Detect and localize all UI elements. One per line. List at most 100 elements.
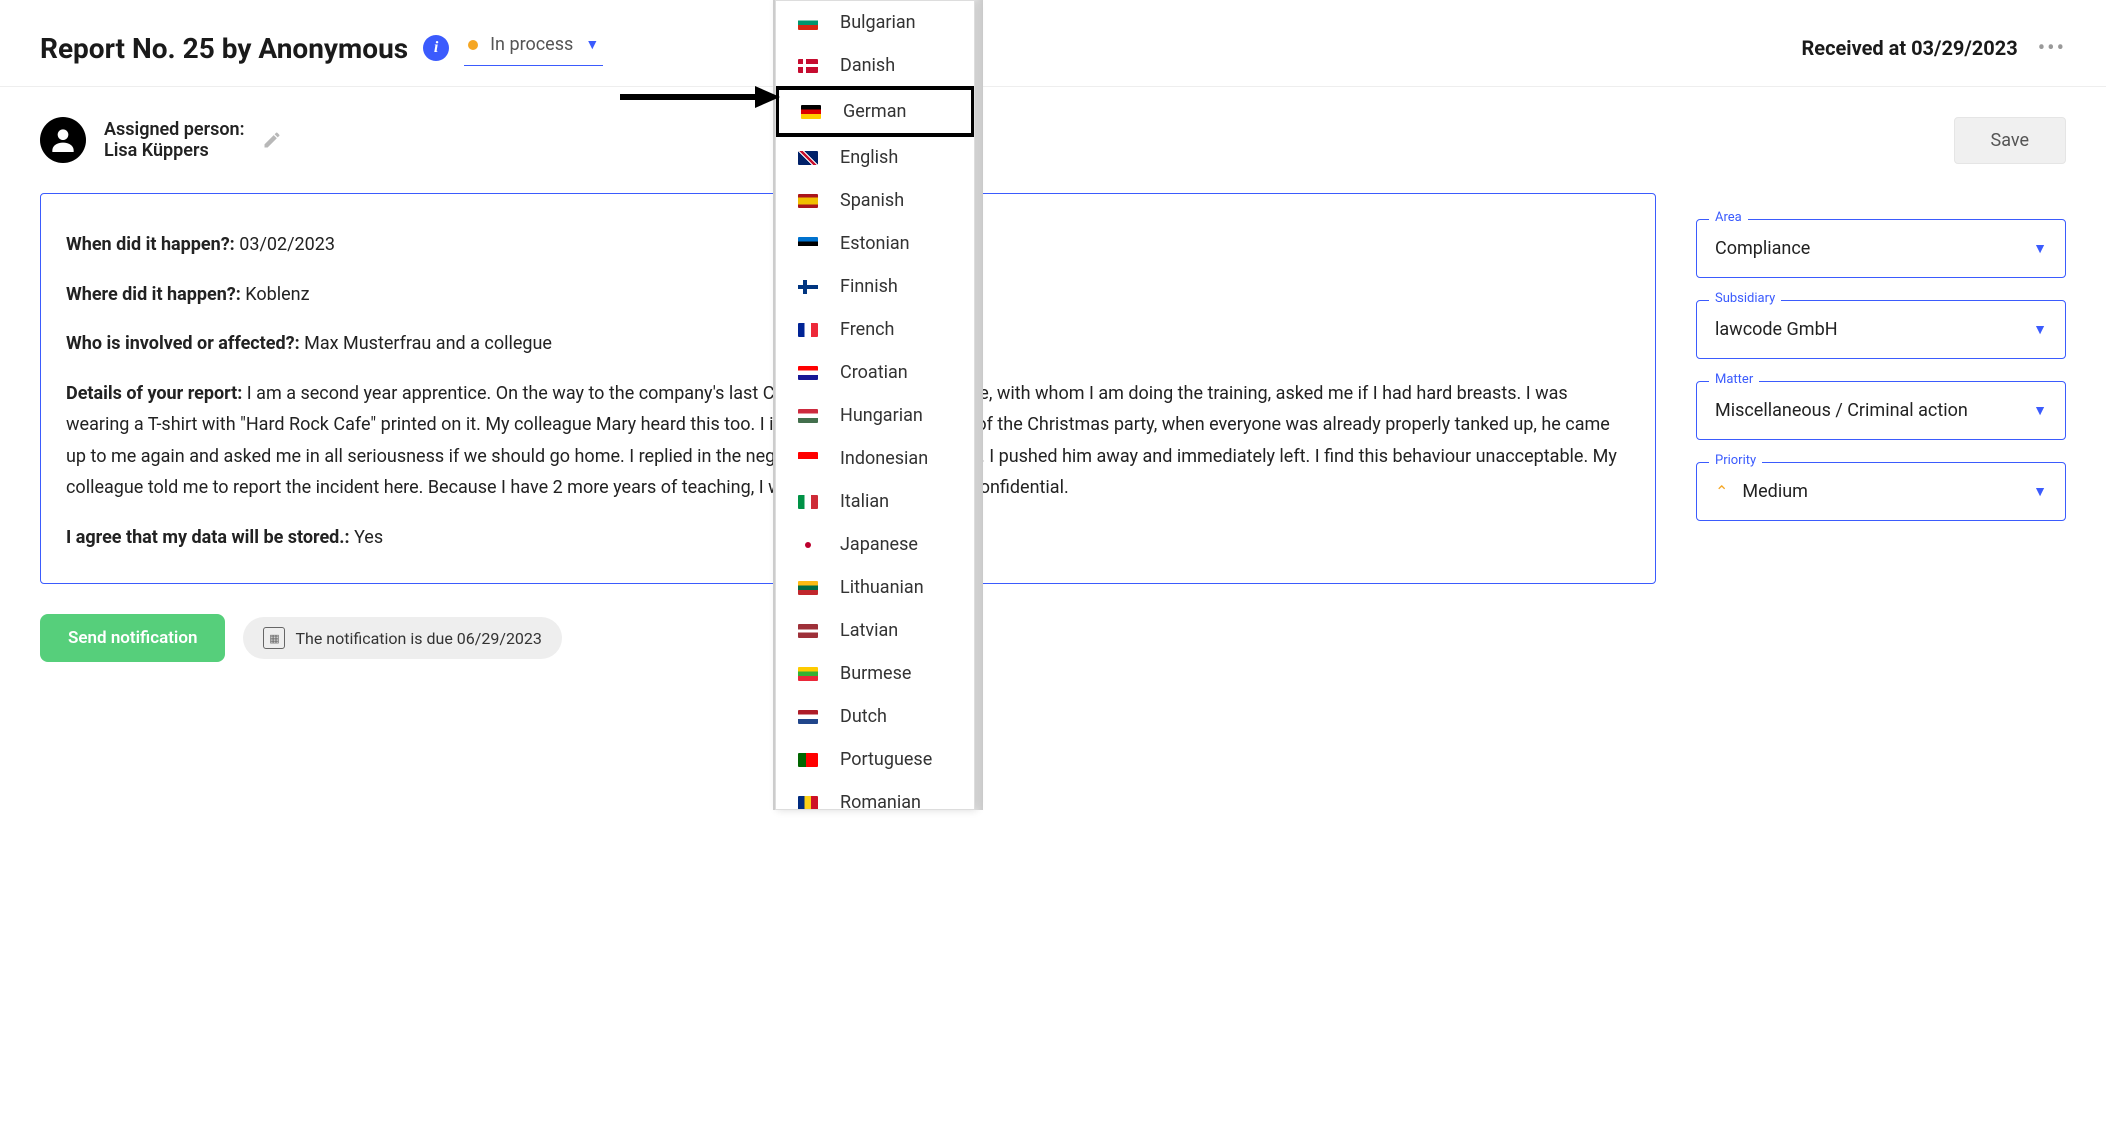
language-option-my[interactable]: Burmese (776, 652, 974, 695)
language-name: German (843, 101, 906, 122)
flag-icon-et (798, 237, 818, 251)
q-when: When did it happen?: (66, 234, 235, 255)
language-name: Danish (840, 55, 895, 76)
flag-icon-ja (798, 538, 818, 552)
flag-icon-nl (798, 710, 818, 724)
language-name: Italian (840, 491, 889, 512)
a-consent: Yes (354, 527, 383, 548)
language-option-hr[interactable]: Croatian (776, 351, 974, 394)
flag-icon-fr (798, 323, 818, 337)
flag-icon-lv (798, 624, 818, 638)
more-icon[interactable]: ••• (2038, 36, 2066, 61)
matter-select[interactable]: Matter Miscellaneous / Criminal action ▼ (1696, 381, 2066, 440)
area-legend: Area (1709, 210, 1748, 225)
flag-icon-bg (798, 16, 818, 30)
flag-icon-en (798, 151, 818, 165)
flag-icon-hu (798, 409, 818, 423)
notification-due-text: The notification is due 06/29/2023 (295, 629, 541, 648)
language-name: Bulgarian (840, 12, 916, 33)
flag-icon-lt (798, 581, 818, 595)
flag-icon-my (798, 667, 818, 681)
flag-icon-id (798, 452, 818, 466)
language-option-de[interactable]: German (775, 86, 975, 137)
language-name: Latvian (840, 620, 898, 641)
status-select[interactable]: In process ▼ (464, 30, 603, 66)
language-dropdown[interactable]: Bulgarian Danish German English Spanish Eston… (775, 0, 975, 810)
q-details: Details of your report: (66, 383, 242, 404)
language-option-hu[interactable]: Hungarian (776, 394, 974, 437)
priority-legend: Priority (1709, 453, 1762, 468)
flag-icon-hr (798, 366, 818, 380)
save-button[interactable]: Save (1954, 117, 2067, 164)
flag-icon-fi (798, 280, 818, 294)
subsidiary-value: lawcode GmbH (1715, 319, 1838, 340)
flag-icon-dk (798, 59, 818, 73)
language-name: Spanish (840, 190, 904, 211)
language-name: Hungarian (840, 405, 923, 426)
language-option-bg[interactable]: Bulgarian (776, 1, 974, 44)
header: Report No. 25 by Anonymous i In process … (0, 0, 2106, 87)
a-who: Max Musterfrau and a collegue (304, 333, 552, 354)
flag-icon-de (801, 105, 821, 119)
language-name: Indonesian (840, 448, 928, 469)
q-who: Who is involved or affected?: (66, 333, 300, 354)
assigned-name: Lisa Küppers (104, 140, 244, 161)
language-option-et[interactable]: Estonian (776, 222, 974, 265)
language-name: Croatian (840, 362, 908, 383)
header-left: Report No. 25 by Anonymous i In process … (40, 30, 603, 66)
info-icon[interactable]: i (423, 35, 449, 61)
notification-due-badge: ▦ The notification is due 06/29/2023 (243, 617, 561, 659)
priority-medium-icon: ⌃ (1715, 482, 1728, 501)
language-name: Estonian (840, 233, 910, 254)
assigned-label: Assigned person: (104, 119, 244, 140)
status-dot-icon (468, 40, 478, 50)
flag-icon-pt (798, 753, 818, 767)
subsidiary-select[interactable]: Subsidiary lawcode GmbH ▼ (1696, 300, 2066, 359)
edit-icon[interactable] (262, 130, 282, 150)
language-option-lt[interactable]: Lithuanian (776, 566, 974, 609)
assigned-text: Assigned person: Lisa Küppers (104, 119, 244, 161)
language-option-pt[interactable]: Portuguese (776, 738, 974, 781)
language-option-ro[interactable]: Romanian (776, 781, 974, 810)
language-name: French (840, 319, 894, 340)
q-where: Where did it happen?: (66, 284, 241, 305)
a-where: Koblenz (245, 284, 309, 305)
calendar-icon: ▦ (263, 627, 285, 649)
header-right: Received at 03/29/2023 ••• (1801, 36, 2066, 61)
chevron-down-icon: ▼ (2033, 321, 2047, 338)
status-value: In process (490, 34, 573, 55)
language-name: Dutch (840, 706, 887, 727)
a-when: 03/02/2023 (239, 234, 335, 255)
chevron-down-icon: ▼ (2033, 240, 2047, 257)
q-consent: I agree that my data will be stored.: (66, 527, 350, 548)
language-option-dk[interactable]: Danish (776, 44, 974, 87)
main: Assigned person: Lisa Küppers When did i… (0, 87, 2106, 692)
chevron-down-icon: ▼ (585, 36, 599, 53)
flag-icon-es (798, 194, 818, 208)
flag-icon-ro (798, 796, 818, 810)
priority-value: Medium (1742, 481, 1808, 502)
language-option-fr[interactable]: French (776, 308, 974, 351)
matter-value: Miscellaneous / Criminal action (1715, 400, 1968, 421)
page-title: Report No. 25 by Anonymous (40, 32, 408, 65)
area-select[interactable]: Area Compliance ▼ (1696, 219, 2066, 278)
language-option-it[interactable]: Italian (776, 480, 974, 523)
language-name: Burmese (840, 663, 911, 684)
chevron-down-icon: ▼ (2033, 483, 2047, 500)
chevron-down-icon: ▼ (2033, 402, 2047, 419)
language-name: Portuguese (840, 749, 932, 770)
subsidiary-legend: Subsidiary (1709, 291, 1781, 306)
priority-select[interactable]: Priority ⌃ Medium ▼ (1696, 462, 2066, 521)
language-name: Finnish (840, 276, 898, 297)
language-option-ja[interactable]: Japanese (776, 523, 974, 566)
language-option-en[interactable]: English (776, 136, 974, 179)
matter-legend: Matter (1709, 372, 1759, 387)
language-option-id[interactable]: Indonesian (776, 437, 974, 480)
language-option-es[interactable]: Spanish (776, 179, 974, 222)
language-option-fi[interactable]: Finnish (776, 265, 974, 308)
language-name: English (840, 147, 898, 168)
send-notification-button[interactable]: Send notification (40, 614, 225, 662)
language-option-lv[interactable]: Latvian (776, 609, 974, 652)
language-name: Lithuanian (840, 577, 924, 598)
language-option-nl[interactable]: Dutch (776, 695, 974, 738)
